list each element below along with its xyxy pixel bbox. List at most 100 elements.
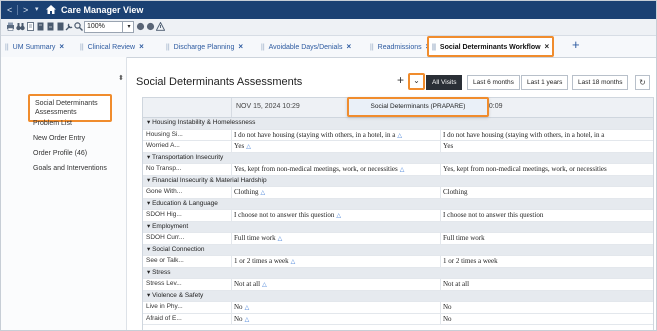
- warning-icon[interactable]: [156, 22, 165, 31]
- close-icon[interactable]: ×: [238, 42, 243, 51]
- category-row[interactable]: ▾ Employment: [143, 221, 653, 233]
- category-row[interactable]: ▾ Financial Insecurity & Material Hardsh…: [143, 175, 653, 187]
- value-cell[interactable]: Full time work △: [234, 233, 438, 244]
- value-cell[interactable]: Clothing: [443, 187, 651, 197]
- circle-icon[interactable]: [146, 22, 155, 31]
- page-title: Social Determinants Assessments: [136, 76, 303, 88]
- value-cell[interactable]: No: [443, 302, 651, 312]
- back-button[interactable]: <: [7, 4, 12, 16]
- category-row[interactable]: ▾ Stress: [143, 267, 653, 279]
- sidebar-item-new-order-entry[interactable]: New Order Entry: [33, 134, 85, 143]
- value-cell[interactable]: No △: [234, 314, 438, 325]
- row-label[interactable]: Stress Lev...: [146, 279, 228, 289]
- document-icon[interactable]: [46, 22, 55, 31]
- dropdown-menu-item-prapare[interactable]: Social Determinants (PRAPARE): [347, 97, 489, 117]
- category-row[interactable]: ▾ Violence & Safety: [143, 290, 653, 302]
- value-cell[interactable]: Full time work: [443, 233, 651, 243]
- add-tab-button[interactable]: +: [572, 37, 580, 52]
- value-cell[interactable]: No: [443, 314, 651, 324]
- forward-button[interactable]: >: [23, 4, 28, 16]
- triangle-icon[interactable]: △: [245, 316, 250, 323]
- zoom-select[interactable]: 100% ▾: [84, 21, 134, 33]
- sidebar-item-goals-and-interventions[interactable]: Goals and Interventions: [33, 164, 107, 173]
- value-cell[interactable]: Yes △: [234, 141, 438, 152]
- tab-clinical-review[interactable]: || Clinical Review ×: [80, 36, 144, 57]
- triangle-icon[interactable]: △: [397, 132, 402, 139]
- close-icon[interactable]: ×: [346, 42, 351, 51]
- triangle-icon[interactable]: △: [291, 258, 296, 265]
- value-cell[interactable]: I do not have housing (staying with othe…: [234, 130, 438, 141]
- value-cell[interactable]: I do not have housing (staying with othe…: [443, 130, 651, 140]
- triangle-icon[interactable]: △: [261, 189, 266, 196]
- divider: [231, 302, 232, 313]
- value-cell[interactable]: Not at all △: [234, 279, 438, 290]
- value-cell[interactable]: 1 or 2 times a week: [443, 256, 651, 266]
- row-label[interactable]: Housing Si...: [146, 130, 228, 140]
- row-label[interactable]: SDOH Curr...: [146, 233, 228, 243]
- menu-caret-icon[interactable]: ▾: [35, 4, 39, 16]
- print-icon[interactable]: [6, 22, 15, 31]
- document-icon[interactable]: [56, 22, 65, 31]
- filter-last-6-months[interactable]: Last 6 months: [467, 75, 520, 90]
- row-label[interactable]: See or Talk...: [146, 256, 228, 266]
- tab-social-determinants-workflow[interactable]: || Social Determinants Workflow ×: [427, 36, 555, 57]
- divider: [440, 187, 441, 198]
- filter-last-1-years[interactable]: Last 1 years: [521, 75, 569, 90]
- binoculars-icon[interactable]: [16, 22, 25, 31]
- category-row[interactable]: ▾ Housing Instability & Homelessness: [143, 118, 653, 130]
- category-row[interactable]: ▾ Social Connection: [143, 244, 653, 256]
- document-icon[interactable]: [36, 22, 45, 31]
- sidebar-item-problem-list[interactable]: Problem List: [33, 119, 72, 128]
- add-button[interactable]: +: [394, 74, 407, 87]
- triangle-icon[interactable]: △: [262, 281, 267, 288]
- refresh-icon[interactable]: ↻: [635, 75, 650, 90]
- value-cell[interactable]: 1 or 2 times a week △: [234, 256, 438, 267]
- value-cell[interactable]: I choose not to answer this question: [443, 210, 651, 220]
- chevron-down-icon[interactable]: ▾: [122, 22, 133, 32]
- triangle-icon[interactable]: △: [400, 166, 405, 173]
- tab-discharge-planning[interactable]: || Discharge Planning ×: [166, 36, 243, 57]
- document-icon[interactable]: [26, 22, 35, 31]
- tab-bar: || UM Summary × || Clinical Review × || Disch…: [1, 36, 656, 58]
- divider: [231, 210, 232, 221]
- pin-icon[interactable]: ⬍: [118, 74, 124, 82]
- row-label[interactable]: SDOH Hig...: [146, 210, 228, 220]
- value-cell[interactable]: No △: [234, 302, 438, 313]
- category-row[interactable]: ▾ Transportation Insecurity: [143, 152, 653, 164]
- home-icon[interactable]: [46, 5, 56, 14]
- value-cell[interactable]: I choose not to answer this question △: [234, 210, 438, 221]
- row-label[interactable]: Worried A...: [146, 141, 228, 151]
- cell-value: Yes: [234, 142, 245, 150]
- column-date-1[interactable]: NOV 15, 2024 10:29: [236, 103, 300, 110]
- close-icon[interactable]: ×: [59, 42, 64, 51]
- value-cell[interactable]: Yes: [443, 141, 651, 151]
- sidebar-item-social-determinants-assessments[interactable]: Social Determinants Assessments: [28, 94, 112, 122]
- row-label[interactable]: Afraid of E...: [146, 314, 228, 324]
- value-cell[interactable]: Yes, kept from non-medical meetings, wor…: [443, 164, 651, 174]
- row-label[interactable]: Gone With...: [146, 187, 228, 197]
- triangle-icon[interactable]: △: [278, 235, 283, 242]
- value-cell[interactable]: Not at all: [443, 279, 651, 289]
- sidebar-item-order-profile[interactable]: Order Profile (46): [33, 149, 87, 158]
- triangle-icon[interactable]: △: [336, 212, 341, 219]
- value-cell[interactable]: Yes, kept from non-medical meetings, wor…: [234, 164, 438, 175]
- divider: [231, 279, 232, 290]
- tab-readmissions[interactable]: ||Readmissions×: [370, 36, 430, 57]
- close-icon[interactable]: ×: [545, 42, 550, 51]
- triangle-icon[interactable]: △: [246, 143, 251, 150]
- row-label[interactable]: Live in Phy...: [146, 302, 228, 312]
- row-label[interactable]: No Transp...: [146, 164, 228, 174]
- dropdown-button[interactable]: ⌄: [408, 73, 425, 90]
- tab-label: Avoidable Days/Denials: [268, 44, 343, 51]
- value-cell[interactable]: Clothing △: [234, 187, 438, 198]
- search-icon[interactable]: [74, 22, 83, 31]
- filter-last-18-months[interactable]: Last 18 months: [572, 75, 629, 90]
- triangle-icon[interactable]: △: [245, 304, 250, 311]
- tab-um-summary[interactable]: || UM Summary ×: [5, 36, 64, 57]
- category-row[interactable]: ▾ Education & Language: [143, 198, 653, 210]
- circle-icon[interactable]: [136, 22, 145, 31]
- wrench-icon[interactable]: [65, 22, 74, 31]
- tab-avoidable-days[interactable]: || Avoidable Days/Denials ×: [261, 36, 351, 57]
- filter-all-visits[interactable]: All Visits: [426, 75, 463, 90]
- close-icon[interactable]: ×: [139, 42, 144, 51]
